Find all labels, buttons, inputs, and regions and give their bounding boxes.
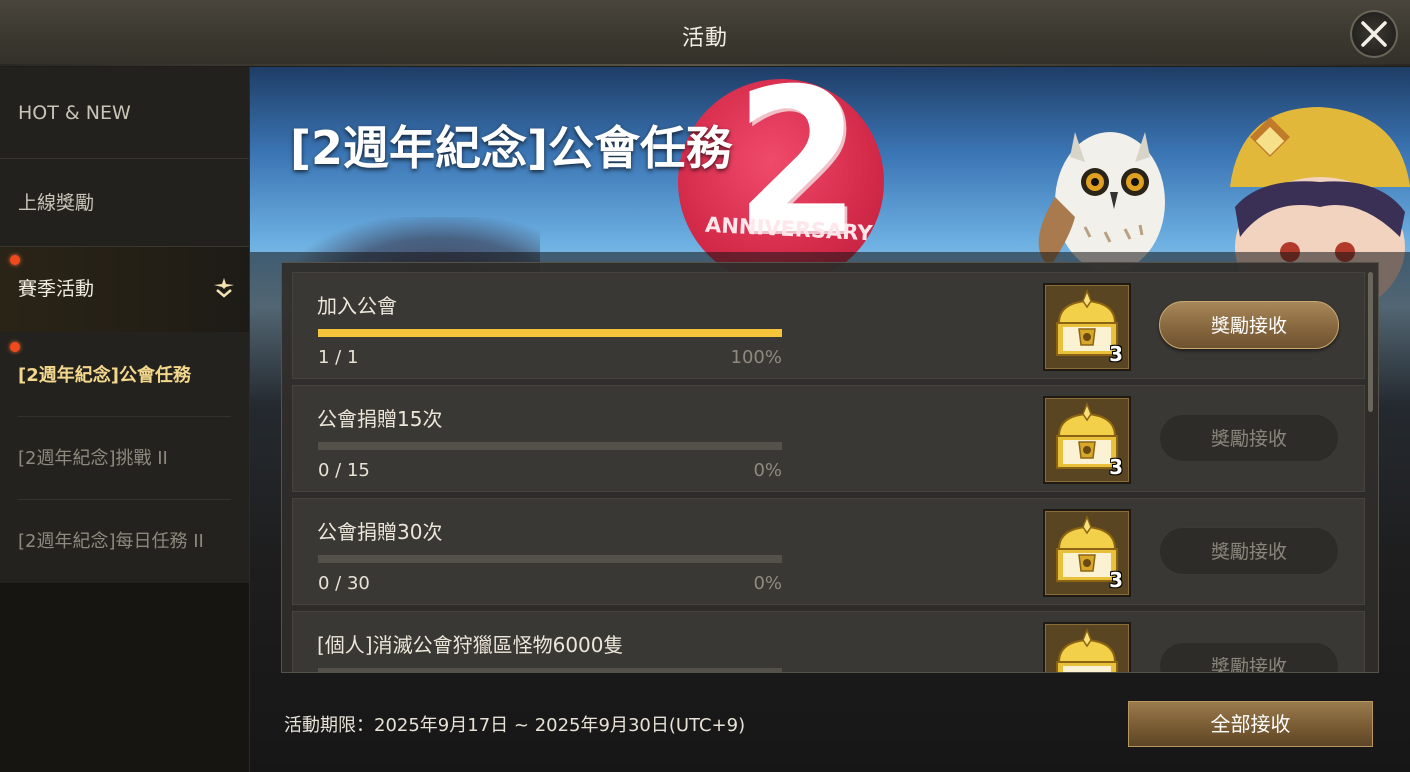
golden-chest-icon bbox=[1056, 627, 1118, 672]
sidebar-item-label: 上線獎勵 bbox=[18, 192, 95, 214]
reward-slot[interactable] bbox=[1043, 622, 1131, 672]
progress-percent: 0% bbox=[753, 460, 782, 481]
title-bar: 活動 bbox=[0, 0, 1410, 67]
sidebar-subitem-guild-missions[interactable]: [2週年紀念]公會任務 bbox=[0, 332, 249, 417]
progress-bar bbox=[318, 442, 782, 450]
sidebar-empty-area bbox=[0, 583, 249, 772]
sidebar-item-label: HOT & NEW bbox=[18, 102, 131, 124]
claim-reward-button[interactable]: 獎勵接收 bbox=[1159, 642, 1339, 672]
mission-title: 公會捐贈15次 bbox=[317, 407, 443, 431]
mission-title: 加入公會 bbox=[317, 294, 397, 318]
window-title: 活動 bbox=[681, 26, 728, 51]
reward-quantity: 3 bbox=[1109, 342, 1123, 366]
reward-quantity: 3 bbox=[1109, 455, 1123, 479]
progress-bar-fill bbox=[318, 329, 782, 337]
event-title: [2週年紀念]公會任務 bbox=[290, 121, 733, 175]
notification-dot bbox=[10, 255, 20, 265]
scrollbar[interactable] bbox=[1368, 272, 1373, 412]
progress-percent: 100% bbox=[730, 347, 782, 368]
sidebar-subitem-daily-missions[interactable]: [2週年紀念]每日任務 II bbox=[0, 500, 249, 583]
reward-slot[interactable]: 3 bbox=[1043, 509, 1131, 597]
sidebar-item-hot-new[interactable]: HOT & NEW bbox=[0, 67, 249, 159]
progress-bar bbox=[318, 329, 782, 337]
reward-slot[interactable]: 3 bbox=[1043, 283, 1131, 371]
progress-bar bbox=[318, 668, 782, 672]
mission-row: 公會捐贈15次 0 / 15 0% 3 獎勵接收 bbox=[292, 385, 1365, 492]
close-icon bbox=[1361, 21, 1387, 47]
sidebar-subitem-label: [2週年紀念]公會任務 bbox=[18, 365, 191, 386]
sidebar-item-login-rewards[interactable]: 上線獎勵 bbox=[0, 159, 249, 247]
sidebar-item-label: 賽季活動 bbox=[18, 278, 95, 300]
progress-bar bbox=[318, 555, 782, 563]
mission-title: [個人]消滅公會狩獵區怪物6000隻 bbox=[317, 633, 624, 657]
sidebar-subitem-challenge[interactable]: [2週年紀念]挑戰 II bbox=[0, 417, 249, 500]
claim-reward-button[interactable]: 獎勵接收 bbox=[1159, 414, 1339, 462]
mission-title: 公會捐贈30次 bbox=[317, 520, 443, 544]
mission-row-clip: [個人]消滅公會狩獵區怪物6000隻 獎勵接收 bbox=[292, 611, 1365, 672]
notification-dot bbox=[10, 342, 20, 352]
mission-row: 公會捐贈30次 0 / 30 0% 3 獎勵接收 bbox=[292, 498, 1365, 605]
claim-all-button[interactable]: 全部接收 bbox=[1128, 701, 1373, 747]
sidebar-subitem-label: [2週年紀念]挑戰 II bbox=[18, 448, 168, 469]
progress-count: 0 / 30 bbox=[318, 573, 370, 594]
progress-percent: 0% bbox=[753, 573, 782, 594]
progress-count: 0 / 15 bbox=[318, 460, 370, 481]
claim-reward-button[interactable]: 獎勵接收 bbox=[1159, 527, 1339, 575]
claim-reward-button[interactable]: 獎勵接收 bbox=[1159, 301, 1339, 349]
reward-slot[interactable]: 3 bbox=[1043, 396, 1131, 484]
event-period: 活動期限：2025年9月17日 ~ 2025年9月30日(UTC+9) bbox=[284, 715, 746, 736]
sidebar-subitem-label: [2週年紀念]每日任務 II bbox=[18, 531, 204, 552]
reward-quantity: 3 bbox=[1109, 568, 1123, 592]
mission-row: 加入公會 1 / 1 100% 3 獎勵接收 bbox=[292, 272, 1365, 379]
collapse-arrow-icon bbox=[214, 278, 234, 298]
sidebar-item-season-events[interactable]: 賽季活動 bbox=[0, 247, 249, 332]
sidebar: HOT & NEW 上線獎勵 賽季活動 [2週年紀念]公會任務 [2週年紀念]挑… bbox=[0, 67, 250, 772]
mission-row: [個人]消滅公會狩獵區怪物6000隻 獎勵接收 bbox=[292, 611, 1365, 672]
close-button[interactable] bbox=[1350, 10, 1398, 58]
progress-count: 1 / 1 bbox=[318, 347, 359, 368]
